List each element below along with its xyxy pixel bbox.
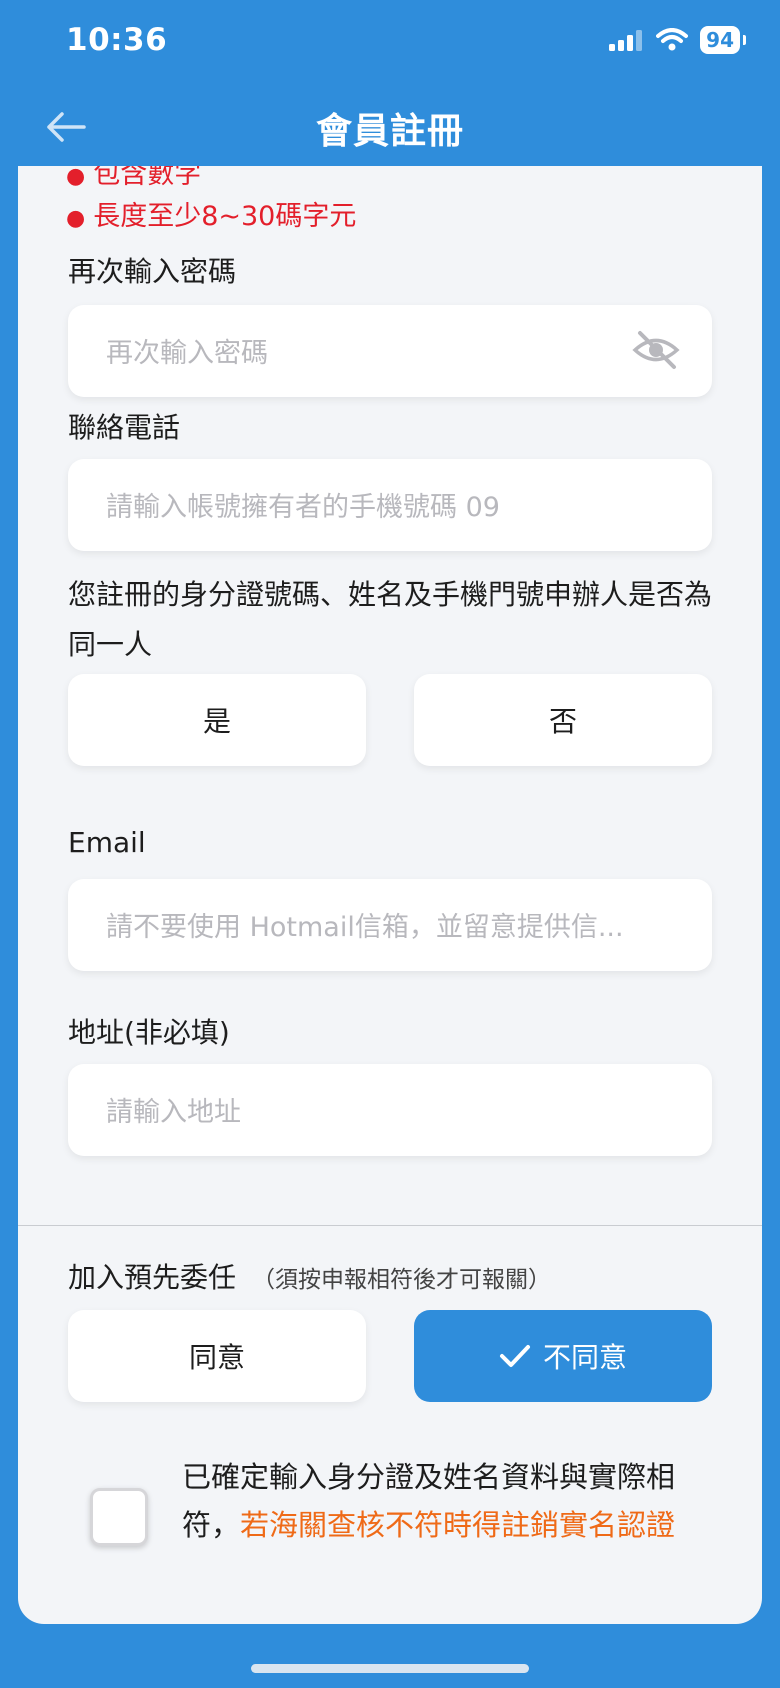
entrust-label-text: 加入預先委任 [68,1261,237,1294]
battery-indicator: 94 [700,26,746,54]
confirm-password-placeholder: 再次輸入密碼 [106,338,268,369]
confirm-password-label: 再次輸入密碼 [68,255,237,288]
consent-warning: 若海關查核不符時得註銷實名認證 [240,1508,676,1542]
registration-form: ● 包含數字 ● 長度至少8~30碼字元 再次輸入密碼 再次輸入密碼 聯絡電話 請輸… [18,166,762,1624]
same-person-no-button[interactable]: 否 [414,674,712,766]
consent-checkbox[interactable] [90,1488,148,1546]
agree-label: 同意 [188,1341,245,1374]
confirm-password-input[interactable]: 再次輸入密碼 [68,305,712,397]
page-title: 會員註冊 [315,111,464,152]
status-bar: 10:36 94 [0,0,780,90]
disagree-label: 不同意 [542,1341,627,1374]
entrust-note: （須按申報相符後才可報關） [252,1267,552,1293]
entrust-disagree-button[interactable]: 不同意 [414,1310,712,1402]
entrust-label: 加入預先委任 （須按申報相符後才可報關） [68,1256,551,1296]
email-input[interactable]: 請不要使用 Hotmail信箱，並留意提供信... [68,879,712,971]
address-placeholder: 請輸入地址 [106,1097,241,1128]
no-label: 否 [548,705,577,738]
entrust-agree-button[interactable]: 同意 [68,1310,366,1402]
section-divider [18,1225,762,1226]
status-icons: 94 [608,26,746,54]
checkmark-icon [499,1343,531,1369]
eye-off-icon[interactable] [632,329,680,371]
home-indicator [251,1664,529,1673]
password-rule-length: ● 長度至少8~30碼字元 [66,201,357,232]
address-input[interactable]: 請輸入地址 [68,1064,712,1156]
phone-placeholder: 請輸入帳號擁有者的手機號碼 09 [106,492,500,523]
password-rule-digits: ● 包含數字 [66,166,202,190]
email-label: Email [68,826,146,859]
phone-label: 聯絡電話 [68,411,181,444]
signal-icon [609,30,643,51]
nav-bar: 會員註冊 [0,90,780,166]
phone-input[interactable]: 請輸入帳號擁有者的手機號碼 09 [68,459,712,551]
wifi-icon [656,28,689,51]
status-time: 10:36 [66,22,168,58]
same-person-yes-button[interactable]: 是 [68,674,366,766]
same-person-question: 您註冊的身分證號碼、姓名及手機門號申辦人是否為同一人 [68,578,713,661]
consent-text: 已確定輸入身分證及姓名資料與實際相符，若海關查核不符時得註銷實名認證 [182,1453,682,1549]
yes-label: 是 [202,705,231,738]
address-label: 地址(非必填) [68,1016,230,1049]
email-placeholder: 請不要使用 Hotmail信箱，並留意提供信... [106,912,624,943]
